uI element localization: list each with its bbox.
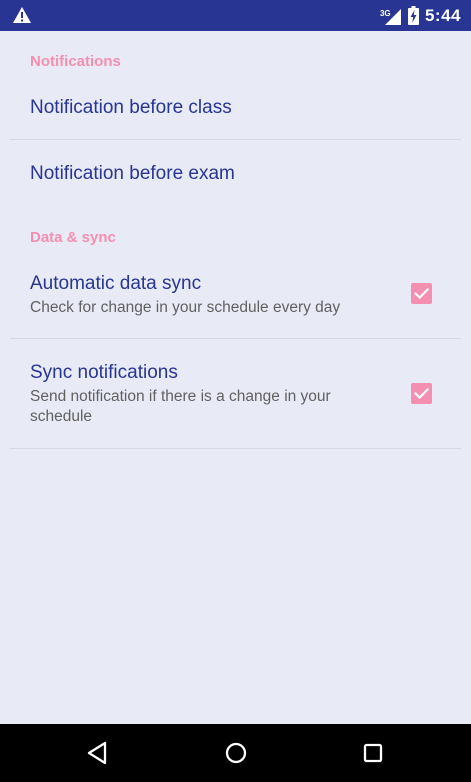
pref-summary: Send notification if there is a change i… — [30, 388, 331, 425]
pref-notification-before-exam[interactable]: Notification before exam — [0, 140, 471, 200]
settings-list: Notifications Notification before class … — [0, 31, 471, 724]
warning-icon — [13, 7, 31, 23]
navigation-bar — [0, 724, 471, 782]
pref-title: Automatic data sync — [30, 273, 202, 294]
signal-icon: 3G — [380, 6, 402, 26]
back-icon[interactable] — [84, 738, 114, 768]
pref-notification-before-class[interactable]: Notification before class — [0, 83, 471, 139]
section-header-data-sync: Data & sync — [30, 229, 116, 246]
sync-notifications-checkbox[interactable] — [411, 383, 432, 404]
pref-summary: Check for change in your schedule every … — [30, 299, 341, 316]
checkmark-icon — [413, 287, 430, 300]
section-header-notifications: Notifications — [30, 53, 121, 70]
pref-title: Sync notifications — [30, 362, 178, 383]
pref-title: Notification before exam — [30, 163, 235, 184]
clock: 5:44 — [424, 5, 461, 25]
pref-sync-notifications[interactable]: Sync notifications Send notification if … — [0, 339, 471, 447]
home-icon[interactable] — [221, 738, 251, 768]
status-bar: 3G 5:44 — [0, 0, 471, 31]
pref-title: Notification before class — [30, 97, 232, 118]
battery-charging-icon — [407, 6, 419, 25]
pref-automatic-data-sync[interactable]: Automatic data sync Check for change in … — [0, 261, 471, 337]
checkmark-icon — [413, 387, 430, 400]
divider — [10, 448, 461, 449]
auto-sync-checkbox[interactable] — [411, 283, 432, 304]
recents-icon[interactable] — [358, 738, 388, 768]
